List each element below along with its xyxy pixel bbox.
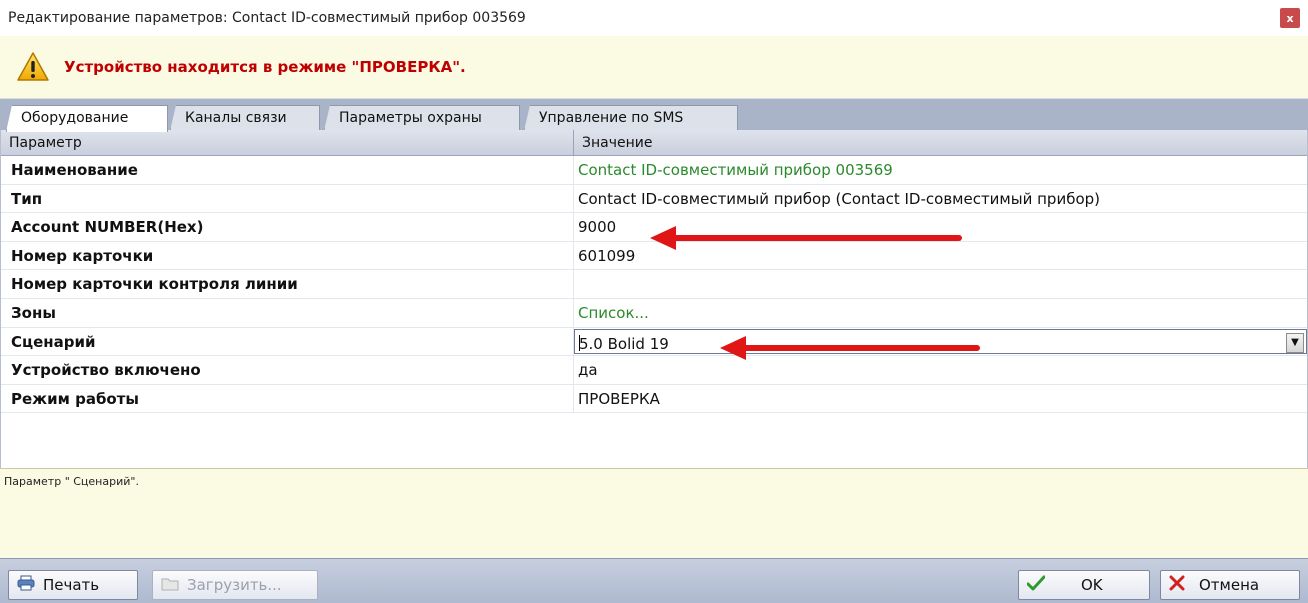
- warning-triangle-icon: [16, 51, 50, 83]
- tab-label: Оборудование: [21, 110, 129, 126]
- annotation-arrow: [720, 336, 980, 360]
- param-name: Account NUMBER(Hex): [1, 213, 574, 241]
- param-value[interactable]: да: [574, 356, 1307, 384]
- window-title: Редактирование параметров: Contact ID-со…: [8, 10, 526, 26]
- folder-icon: [161, 576, 179, 595]
- cross-icon: [1169, 575, 1185, 595]
- tab-equipment[interactable]: Оборудование: [6, 105, 168, 132]
- grid-header: Параметр Значение: [1, 130, 1307, 156]
- table-row[interactable]: Номер карточки контроля линии: [1, 270, 1307, 299]
- param-value[interactable]: 601099: [574, 242, 1307, 270]
- tab-label: Управление по SMS: [539, 110, 684, 126]
- ok-button-label: OK: [1081, 576, 1103, 594]
- table-row[interactable]: Устройство включено да: [1, 356, 1307, 385]
- print-button-label: Печать: [43, 576, 100, 594]
- param-name: Тип: [1, 184, 574, 213]
- param-name: Номер карточки контроля линии: [1, 270, 574, 298]
- checkmark-icon: [1026, 575, 1046, 595]
- chevron-down-icon[interactable]: ▼: [1286, 332, 1304, 353]
- tab-label: Каналы связи: [185, 110, 287, 126]
- column-header-value[interactable]: Значение: [574, 130, 1307, 155]
- cancel-button-label: Отмена: [1199, 576, 1260, 594]
- title-bar: Редактирование параметров: Contact ID-со…: [0, 0, 1308, 36]
- warning-bar: Устройство находится в режиме "ПРОВЕРКА"…: [0, 36, 1308, 98]
- table-row[interactable]: Режим работы ПРОВЕРКА: [1, 384, 1307, 414]
- table-row[interactable]: Сценарий 5.0 Bolid 19 ▼: [1, 327, 1307, 357]
- tab-channels[interactable]: Каналы связи: [170, 105, 320, 131]
- param-name: Номер карточки: [1, 241, 574, 270]
- table-row[interactable]: Зоны Список...: [1, 298, 1307, 328]
- tab-strip: Оборудование Каналы связи Параметры охра…: [0, 98, 1308, 132]
- param-name: Сценарий: [1, 327, 574, 356]
- tab-sms-control[interactable]: Управление по SMS: [524, 105, 738, 131]
- zones-list-link[interactable]: Список...: [574, 299, 1307, 327]
- column-header-param[interactable]: Параметр: [1, 130, 574, 155]
- parameter-description-panel: Параметр " Сценарий".: [0, 468, 1308, 558]
- print-button[interactable]: Печать: [8, 570, 138, 600]
- annotation-arrow: [650, 226, 962, 250]
- param-name: Зоны: [1, 298, 574, 327]
- table-row[interactable]: Наименование Contact ID-совместимый приб…: [1, 156, 1307, 185]
- scenario-value: 5.0 Bolid 19: [579, 334, 669, 353]
- parameters-grid: Параметр Значение Наименование Contact I…: [0, 130, 1308, 468]
- param-name: Устройство включено: [1, 356, 574, 384]
- param-value[interactable]: Contact ID-совместимый прибор 003569: [574, 156, 1307, 184]
- parameter-description: Параметр " Сценарий".: [4, 475, 139, 488]
- printer-icon: [17, 575, 35, 595]
- close-button[interactable]: x: [1280, 8, 1300, 28]
- load-button[interactable]: Загрузить...: [152, 570, 318, 600]
- param-name: Режим работы: [1, 384, 574, 413]
- tab-label: Параметры охраны: [339, 110, 482, 126]
- param-value[interactable]: Contact ID-совместимый прибор (Contact I…: [574, 185, 1307, 213]
- param-name: Наименование: [1, 156, 574, 184]
- table-row[interactable]: Тип Contact ID-совместимый прибор (Conta…: [1, 184, 1307, 214]
- tab-security-params[interactable]: Параметры охраны: [324, 105, 520, 131]
- load-button-label: Загрузить...: [187, 576, 282, 594]
- param-value[interactable]: [574, 270, 1307, 298]
- cancel-button[interactable]: Отмена: [1160, 570, 1300, 600]
- ok-button[interactable]: OK: [1018, 570, 1150, 600]
- warning-message: Устройство находится в режиме "ПРОВЕРКА"…: [64, 58, 466, 76]
- param-value[interactable]: ПРОВЕРКА: [574, 385, 1307, 413]
- dialog-footer: Печать Загрузить... OK Отмена: [0, 558, 1308, 603]
